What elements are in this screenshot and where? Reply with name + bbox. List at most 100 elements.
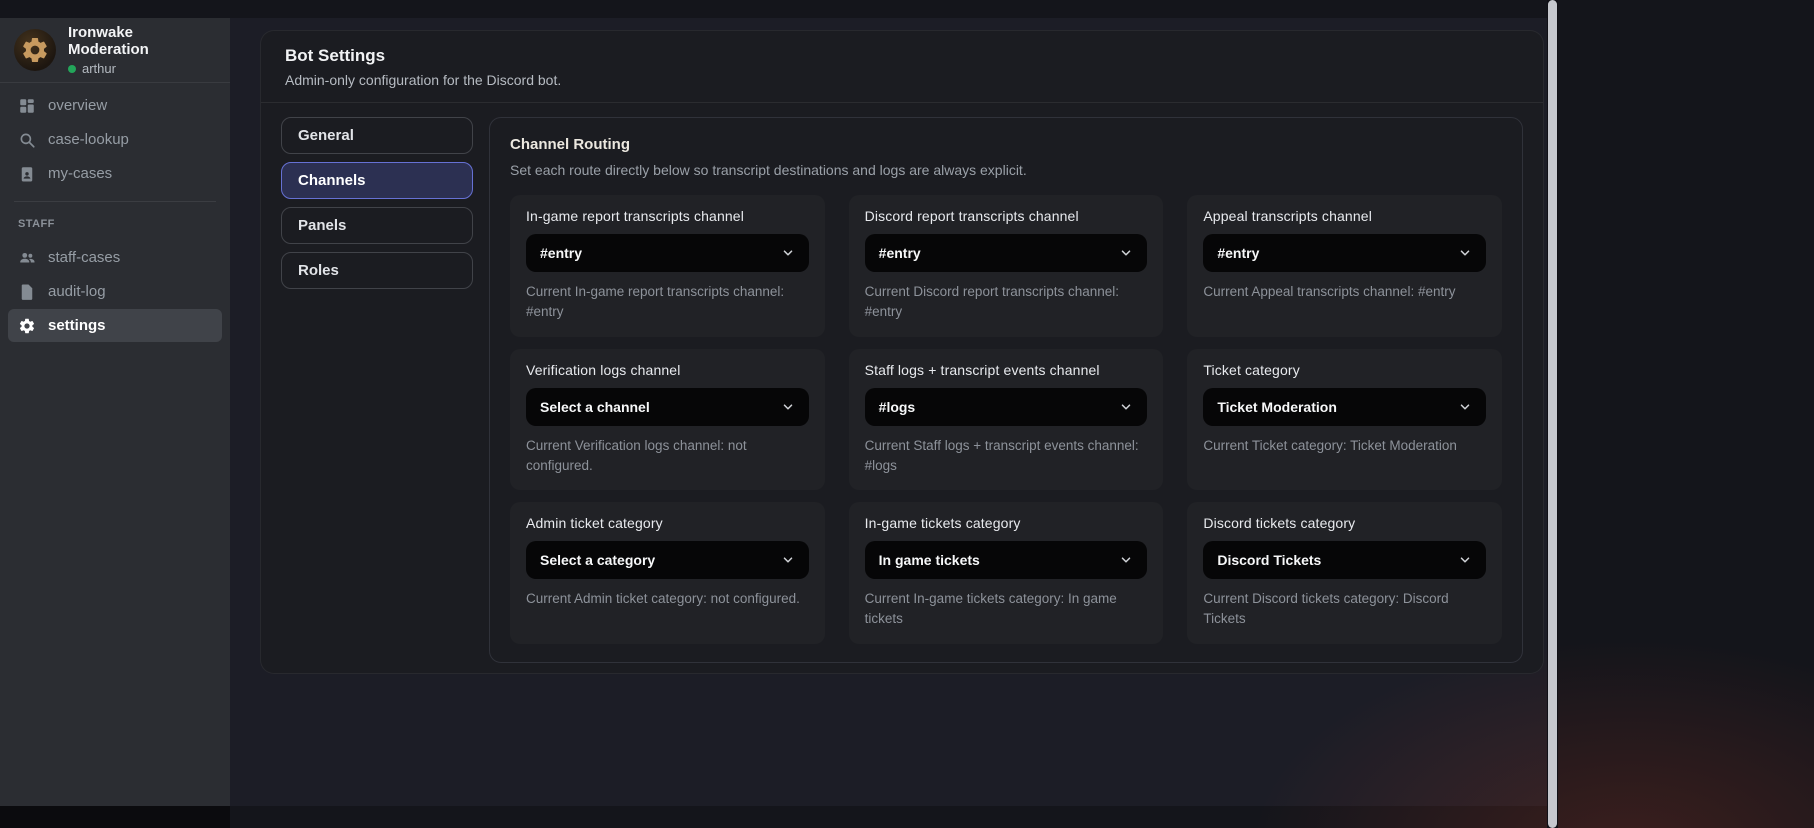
server-meta: Ironwake Moderation arthur (68, 24, 216, 76)
route-label: Staff logs + transcript events channel (864, 361, 1100, 378)
bottom-bar (0, 806, 230, 828)
sidebar-item-label: overview (48, 97, 108, 114)
panel-title: Channel Routing (510, 136, 630, 153)
sidebar-item-audit-log[interactable]: audit-log (8, 275, 222, 308)
discord-report-transcripts-channel-select[interactable]: #entry (864, 234, 1148, 272)
route-helper-text: Current Verification logs channel: not c… (526, 437, 747, 473)
in-game-report-transcripts-channel-select[interactable]: #entry (526, 234, 809, 272)
chevron-down-icon (781, 246, 795, 260)
route-label: Discord tickets category (1203, 515, 1356, 531)
select-value: Select a channel (540, 398, 650, 415)
in-game-tickets-category-select[interactable]: In game tickets (864, 541, 1148, 579)
route-helper-text: Current Discord report transcripts chann… (864, 284, 1120, 320)
route-card-discord-tickets-category: Discord tickets category Discord Tickets C… (1187, 502, 1502, 644)
route-helper-text: Current Discord tickets category: Discor… (1203, 591, 1449, 627)
server-name: Ironwake Moderation (68, 24, 149, 58)
page-subtitle: Admin-only configuration for the Discord… (285, 72, 562, 88)
chevron-down-icon (1119, 400, 1133, 414)
route-label: In-game report transcripts channel (526, 208, 744, 224)
route-helper-text: Current Admin ticket category: not confi… (526, 591, 800, 606)
sidebar-item-label: case-lookup (48, 131, 129, 148)
route-card-admin-ticket-category: Admin ticket category Select a category Cu… (510, 502, 825, 644)
routes-grid: In-game report transcripts channel #entry… (510, 195, 1502, 644)
sidebar-divider (14, 201, 216, 202)
sidebar-item-label: settings (48, 317, 106, 334)
status-username: arthur (82, 61, 116, 76)
panel-subtitle: Set each route directly below so transcr… (510, 162, 1027, 178)
ticket-category-select[interactable]: Ticket Moderation (1203, 387, 1486, 426)
page-title: Bot Settings (285, 46, 386, 65)
sidebar-item-my-cases[interactable]: my-cases (8, 157, 222, 190)
users-icon (18, 249, 36, 267)
staff-section-label: STAFF (18, 218, 55, 230)
settings-header: Bot Settings Admin-only configuration fo… (261, 31, 1543, 103)
route-label: Admin ticket category (526, 515, 663, 531)
route-card-appeal-transcripts-channel: Appeal transcripts channel #entry Current … (1187, 195, 1502, 337)
chevron-down-icon (781, 400, 795, 414)
discord-tickets-category-select[interactable]: Discord Tickets (1203, 541, 1486, 579)
verification-logs-channel-select[interactable]: Select a channel (526, 387, 809, 426)
document-icon (18, 283, 36, 301)
chevron-down-icon (1119, 246, 1133, 260)
server-status: arthur (68, 61, 216, 76)
tab-roles[interactable]: Roles (281, 252, 473, 289)
route-label: In-game tickets category (864, 515, 1021, 531)
chevron-down-icon (781, 553, 795, 567)
select-value: Select a category (540, 552, 656, 568)
appeal-transcripts-channel-select[interactable]: #entry (1203, 234, 1486, 272)
tab-channels[interactable]: Channels (281, 162, 473, 199)
route-card-verification-logs-channel: Verification logs channel Select a channe… (510, 348, 825, 490)
sidebar-item-staff-cases[interactable]: staff-cases (8, 241, 222, 274)
channel-routing-panel: Channel Routing Set each route directly … (489, 117, 1523, 663)
route-label: Discord report transcripts channel (864, 208, 1079, 224)
route-helper-text: Current Appeal transcripts channel: #ent… (1203, 284, 1456, 299)
settings-card: Bot Settings Admin-only configuration fo… (260, 30, 1544, 674)
select-value: In game tickets (878, 552, 980, 568)
page: Ironwake Moderation arthur overview case-… (0, 0, 1814, 828)
search-icon (18, 131, 36, 149)
route-card-ticket-category: Ticket category Ticket Moderation Current … (1187, 348, 1502, 490)
chevron-down-icon (1119, 553, 1133, 567)
settings-body: General Channels Panels Roles Channel Routi… (261, 103, 1543, 677)
id-badge-icon (18, 165, 36, 183)
online-status-icon (68, 64, 76, 73)
sidebar-item-label: audit-log (48, 283, 106, 300)
tab-general[interactable]: General (281, 117, 473, 154)
sidebar-item-case-lookup[interactable]: case-lookup (8, 123, 222, 156)
route-helper-text: Current In-game report transcripts chann… (526, 284, 785, 320)
select-value: #entry (1217, 245, 1260, 261)
route-card-in-game-tickets-category: In-game tickets category In game tickets C… (848, 502, 1164, 644)
sidebar: Ironwake Moderation arthur overview case-… (0, 18, 230, 806)
sidebar-item-label: staff-cases (48, 249, 121, 266)
scrollbar-thumb[interactable] (1548, 0, 1557, 828)
admin-ticket-category-select[interactable]: Select a category (526, 541, 809, 579)
staff-logs-transcript-events-channel-select[interactable]: #logs (864, 387, 1148, 426)
tab-panels[interactable]: Panels (281, 207, 473, 244)
settings-tabs: General Channels Panels Roles (281, 117, 473, 663)
sidebar-item-label: my-cases (48, 165, 113, 182)
select-value: #logs (878, 398, 916, 415)
server-header[interactable]: Ironwake Moderation arthur (0, 18, 230, 83)
select-value: #entry (540, 245, 583, 261)
chevron-down-icon (1458, 246, 1472, 260)
select-value: Ticket Moderation (1217, 398, 1337, 415)
grid-icon (18, 97, 36, 115)
sidebar-menu-main: overview case-lookup my-cases (0, 83, 230, 193)
route-label: Appeal transcripts channel (1203, 208, 1372, 224)
route-helper-text: Current In-game tickets category: In gam… (864, 591, 1117, 627)
sidebar-item-settings[interactable]: settings (8, 309, 222, 342)
route-helper-text: Current Ticket category: Ticket Moderati… (1203, 437, 1457, 453)
chevron-down-icon (1458, 553, 1472, 567)
route-card-staff-logs-transcript-events-channel: Staff logs + transcript events channel #l… (848, 348, 1164, 490)
route-label: Verification logs channel (526, 361, 681, 378)
sidebar-item-overview[interactable]: overview (8, 89, 222, 122)
route-card-discord-report-transcripts-channel: Discord report transcripts channel #entry… (848, 195, 1164, 337)
select-value: #entry (878, 245, 921, 261)
chevron-down-icon (1458, 400, 1472, 414)
gear-icon (18, 317, 36, 335)
sidebar-menu-staff: staff-cases audit-log settings (0, 235, 230, 345)
route-label: Ticket category (1203, 361, 1300, 378)
scrollbar-track[interactable] (1547, 0, 1558, 828)
route-card-in-game-report-transcripts-channel: In-game report transcripts channel #entry… (510, 195, 825, 337)
select-value: Discord Tickets (1217, 552, 1322, 568)
